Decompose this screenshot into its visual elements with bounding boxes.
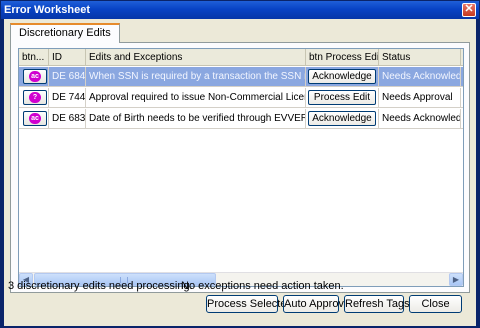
close-button[interactable]: Close <box>409 295 462 313</box>
edit-description: Date of Birth needs to be verified throu… <box>86 109 306 129</box>
window-client: Discretionary Edits btn... ID Edits and … <box>4 19 476 326</box>
refresh-tags-button[interactable]: Refresh Tags <box>344 295 410 313</box>
edit-id: DE 684 <box>49 67 86 87</box>
acknowledge-icon-button[interactable]: ac <box>23 69 47 84</box>
error-worksheet-window: Error Worksheet ✕ Discretionary Edits bt… <box>0 0 480 328</box>
help-icon-button[interactable]: ? <box>23 90 47 105</box>
column-header-process-edit[interactable]: btn Process Edit <box>306 49 379 66</box>
edit-id: DE 683 <box>49 109 86 129</box>
edit-status: Needs Acknowled... <box>379 67 461 87</box>
edits-status-text: 3 discretionary edits need processing. <box>8 280 193 292</box>
acknowledge-icon-button[interactable]: ac <box>23 111 47 126</box>
table-row[interactable]: ac DE 684 When SSN is required by a tran… <box>19 67 463 87</box>
acknowledge-icon: ac <box>29 113 41 124</box>
table-row[interactable]: ac DE 683 Date of Birth needs to be veri… <box>19 109 463 129</box>
process-selected-button[interactable]: Process Selected <box>206 295 293 313</box>
tab-panel: btn... ID Edits and Exceptions btn Proce… <box>10 42 470 293</box>
auto-approve-button[interactable]: Auto Approve <box>283 295 350 313</box>
title-bar[interactable]: Error Worksheet ✕ <box>1 1 479 19</box>
process-edit-button[interactable]: Process Edit <box>308 90 376 105</box>
edit-status: Needs Acknowled... <box>379 109 461 129</box>
tab-discretionary-edits[interactable]: Discretionary Edits <box>10 23 120 43</box>
column-header-edits[interactable]: Edits and Exceptions <box>86 49 306 66</box>
question-icon: ? <box>29 92 41 103</box>
edit-description: When SSN is required by a transaction th… <box>86 67 306 87</box>
table-row[interactable]: ? DE 744 Approval required to issue Non-… <box>19 88 463 108</box>
acknowledge-button[interactable]: Acknowledge <box>308 111 376 126</box>
exceptions-status-text: No exceptions need action taken. <box>181 280 344 292</box>
acknowledge-button[interactable]: Acknowledge <box>308 69 376 84</box>
edit-description: Approval required to issue Non-Commercia… <box>86 88 306 108</box>
edit-status: Needs Approval <box>379 88 461 108</box>
acknowledge-icon: ac <box>29 71 41 82</box>
close-icon[interactable]: ✕ <box>462 3 476 17</box>
edit-id: DE 744 <box>49 88 86 108</box>
column-header-re[interactable]: Re <box>461 49 463 66</box>
edits-grid: btn... ID Edits and Exceptions btn Proce… <box>18 48 464 287</box>
column-header-status[interactable]: Status <box>379 49 461 66</box>
grid-header: btn... ID Edits and Exceptions btn Proce… <box>19 49 463 66</box>
scroll-right-icon[interactable]: ▶ <box>449 273 463 286</box>
window-title: Error Worksheet <box>4 4 90 16</box>
column-header-btn[interactable]: btn... <box>19 49 49 66</box>
column-header-id[interactable]: ID <box>49 49 86 66</box>
